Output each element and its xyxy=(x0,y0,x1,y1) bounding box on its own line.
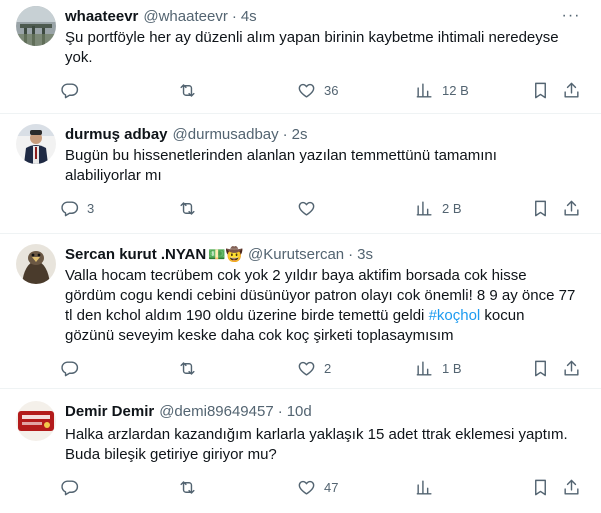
like-icon xyxy=(298,480,315,495)
tweet-text: Halka arzlardan kazandığım karlarla yakl… xyxy=(65,426,568,463)
share-icon xyxy=(564,360,579,376)
tweet-actions: 47 xyxy=(55,476,585,498)
share-icon xyxy=(564,479,579,495)
retweet-button[interactable] xyxy=(178,79,197,101)
retweet-icon xyxy=(180,83,195,97)
reply-icon xyxy=(61,200,79,216)
bookmark-icon xyxy=(535,200,546,216)
handle[interactable]: @durmusadbay xyxy=(173,126,279,143)
tweet[interactable]: durmuş adbay @durmusadbay · 2s Bugün bu … xyxy=(0,114,601,234)
tweet-actions: 3 2 B xyxy=(55,197,585,219)
tweet-actions: 2 1 B xyxy=(55,357,585,379)
avatar[interactable] xyxy=(16,244,56,284)
reply-button[interactable] xyxy=(60,79,87,101)
bookmark-button[interactable] xyxy=(531,197,550,219)
view-count: 2 B xyxy=(442,200,462,216)
tweet[interactable]: Demir Demir @demi89649457 · 10d Halka ar… xyxy=(0,389,601,513)
retweet-button[interactable] xyxy=(178,197,197,219)
like-count: 47 xyxy=(324,479,339,495)
timestamp[interactable]: 2s xyxy=(292,126,308,143)
separator-dot: · xyxy=(231,7,237,25)
bookmark-button[interactable] xyxy=(531,476,550,498)
views-button[interactable]: 12 B xyxy=(415,79,469,101)
share-icon xyxy=(564,200,579,216)
display-name[interactable]: whaateevr xyxy=(65,8,138,25)
like-button[interactable] xyxy=(297,197,324,219)
timestamp[interactable]: 4s xyxy=(241,8,257,25)
like-button[interactable]: 2 xyxy=(297,357,331,379)
tweet-header: durmuş adbay @durmusadbay · 2s xyxy=(65,124,561,144)
tweet[interactable]: whaateevr @whaateevr · 4s ··· Şu portföy… xyxy=(0,0,601,114)
views-button[interactable]: 1 B xyxy=(415,357,462,379)
display-name[interactable]: Demir Demir xyxy=(65,403,154,420)
tweet[interactable]: Sercan kurut .NYAN 💵🤠 @Kurutsercan · 3s … xyxy=(0,234,601,389)
hashtag-link[interactable]: #koçhol xyxy=(429,307,481,324)
views-icon xyxy=(416,82,432,98)
bookmark-icon xyxy=(535,479,546,495)
more-icon[interactable]: ··· xyxy=(561,6,581,26)
tweet-header: whaateevr @whaateevr · 4s xyxy=(65,6,561,26)
reply-icon xyxy=(61,360,79,376)
tweet-feed: whaateevr @whaateevr · 4s ··· Şu portföy… xyxy=(0,0,601,513)
share-button[interactable] xyxy=(562,79,581,101)
like-count: 36 xyxy=(324,82,339,98)
name-emojis: 💵🤠 xyxy=(208,245,244,262)
avatar[interactable] xyxy=(16,6,56,46)
retweet-icon xyxy=(180,480,195,494)
bookmark-button[interactable] xyxy=(531,357,550,379)
share-button[interactable] xyxy=(562,476,581,498)
reply-count: 3 xyxy=(87,200,95,216)
avatar[interactable] xyxy=(16,401,56,441)
views-button[interactable]: 2 B xyxy=(415,197,462,219)
bookmark-icon xyxy=(535,82,546,98)
views-icon xyxy=(416,360,432,376)
share-button[interactable] xyxy=(562,197,581,219)
like-button[interactable]: 47 xyxy=(297,476,338,498)
like-button[interactable]: 36 xyxy=(297,79,338,101)
tweet-actions: 36 12 B xyxy=(55,79,585,101)
timestamp[interactable]: 3s xyxy=(357,246,373,263)
separator-dot: · xyxy=(348,245,354,263)
retweet-button[interactable] xyxy=(178,476,197,498)
tweet-header: Demir Demir @demi89649457 · 10d xyxy=(65,401,561,421)
share-button[interactable] xyxy=(562,357,581,379)
tweet-text: Şu portföyle her ay düzenli alım yapan b… xyxy=(65,29,559,66)
handle[interactable]: @demi89649457 xyxy=(159,403,273,420)
timestamp[interactable]: 10d xyxy=(287,403,312,420)
tweet-text: Valla hocam tecrübem cok yok 2 yıldır ba… xyxy=(65,266,576,346)
avatar[interactable] xyxy=(16,124,56,164)
view-count: 1 B xyxy=(442,360,462,376)
like-count: 2 xyxy=(324,360,332,376)
separator-dot: · xyxy=(282,125,288,143)
bookmark-button[interactable] xyxy=(531,79,550,101)
display-name[interactable]: durmuş adbay xyxy=(65,126,168,143)
views-button[interactable] xyxy=(415,476,442,498)
retweet-icon xyxy=(180,361,195,375)
reply-button[interactable]: 3 xyxy=(60,197,94,219)
tweet-header: Sercan kurut .NYAN 💵🤠 @Kurutsercan · 3s xyxy=(65,244,561,264)
view-count: 12 B xyxy=(442,82,469,98)
tweet-text: Bugün bu hissenetlerinden alanlan yazıla… xyxy=(65,147,497,184)
separator-dot: · xyxy=(277,402,283,420)
handle[interactable]: @Kurutsercan xyxy=(248,246,344,263)
reply-icon xyxy=(61,82,79,98)
handle[interactable]: @whaateevr xyxy=(143,8,227,25)
display-name[interactable]: Sercan kurut .NYAN xyxy=(65,246,206,263)
reply-button[interactable] xyxy=(60,357,87,379)
reply-button[interactable] xyxy=(60,476,87,498)
share-icon xyxy=(564,82,579,98)
views-icon xyxy=(416,200,432,216)
bookmark-icon xyxy=(535,360,546,376)
reply-icon xyxy=(61,479,79,495)
retweet-button[interactable] xyxy=(178,357,197,379)
like-icon xyxy=(298,201,315,216)
retweet-icon xyxy=(180,201,195,215)
like-icon xyxy=(298,83,315,98)
like-icon xyxy=(298,361,315,376)
views-icon xyxy=(416,479,432,495)
